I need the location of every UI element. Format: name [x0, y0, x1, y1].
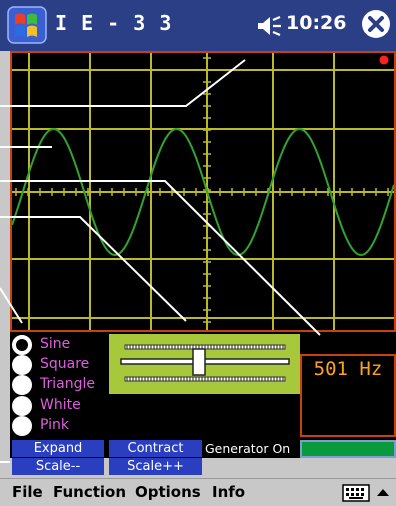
app-title: I E - 3 3 [55, 11, 173, 35]
scale-up-button[interactable]: Scale++ [109, 458, 202, 475]
frequency-slider[interactable] [109, 334, 300, 394]
speaker-icon[interactable] [256, 14, 282, 38]
menu-options[interactable]: Options [135, 483, 201, 501]
oscilloscope-display [10, 51, 396, 332]
menu-file[interactable]: File [12, 483, 43, 501]
option-label: Triangle [40, 376, 95, 392]
option-label: White [40, 397, 81, 413]
expand-button[interactable]: Expand [12, 440, 104, 457]
radio-icon[interactable] [12, 355, 32, 375]
windows-flag-icon[interactable] [6, 5, 48, 45]
radio-icon[interactable] [12, 375, 32, 395]
slider-thumb[interactable] [192, 348, 206, 376]
frequency-value: 501 Hz [313, 358, 383, 380]
menu-info[interactable]: Info [212, 483, 245, 501]
clock[interactable]: 10:26 [286, 12, 346, 34]
option-white[interactable]: White [12, 396, 102, 416]
option-label: Pink [40, 417, 70, 433]
radio-icon[interactable] [12, 416, 32, 436]
option-label: Square [40, 356, 90, 372]
contract-button[interactable]: Contract [109, 440, 202, 457]
option-sine[interactable]: Sine [12, 335, 102, 355]
scale-down-button[interactable]: Scale-- [12, 458, 104, 475]
oscilloscope-graph [12, 53, 394, 330]
chevron-up-icon[interactable] [376, 486, 390, 498]
frequency-display: 501 Hz [300, 354, 396, 437]
recording-indicator [379, 55, 389, 65]
option-pink[interactable]: Pink [12, 416, 102, 436]
menu-bar: File Function Options Info [0, 478, 396, 506]
option-triangle[interactable]: Triangle [12, 375, 102, 395]
radio-selected-icon[interactable] [12, 335, 32, 355]
close-icon[interactable] [360, 8, 392, 40]
keyboard-icon[interactable] [342, 484, 370, 502]
generator-on-button[interactable] [300, 440, 396, 458]
generator-label: Generator On [205, 441, 291, 456]
radio-icon[interactable] [12, 396, 32, 416]
option-label: Sine [40, 336, 71, 352]
option-square[interactable]: Square [12, 355, 102, 375]
menu-function[interactable]: Function [53, 483, 126, 501]
